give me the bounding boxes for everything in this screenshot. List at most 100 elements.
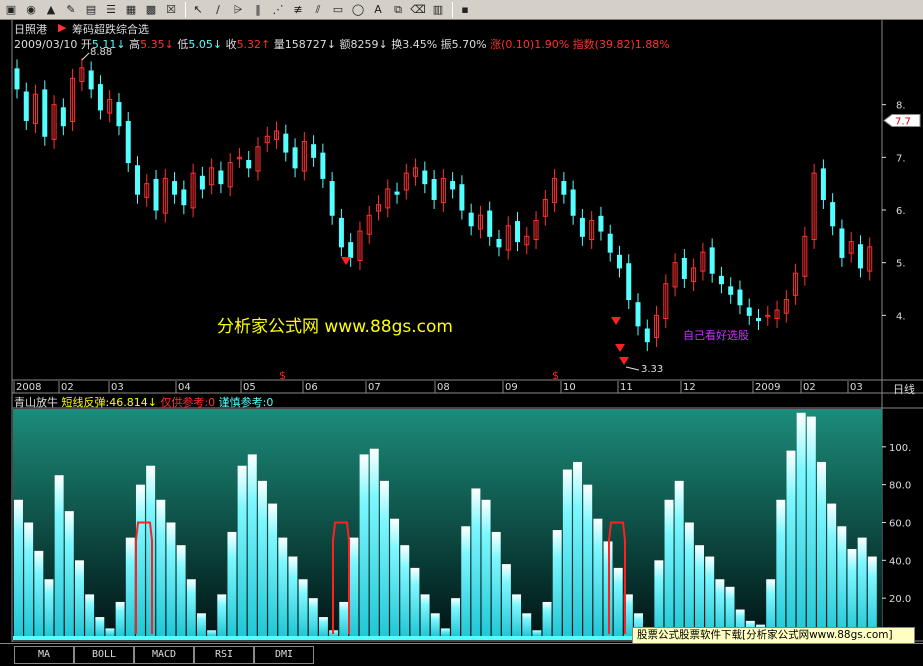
picture-icon[interactable]: ▦ [122,2,140,18]
turnover-value: 3.45% [402,38,438,51]
candle-body [348,242,354,258]
indicator-arrow-icon[interactable]: ▶ [58,21,66,34]
amplitude-label: 振 [440,38,452,51]
ellipse-icon[interactable]: ◯ [349,2,367,18]
low-label: 低 [177,38,189,51]
candle-body [153,178,159,211]
candle-body [338,217,344,248]
date-tick-label: 02 [803,382,816,393]
indicator-bar [227,531,237,636]
candle-body [394,191,400,195]
candle-body [292,147,298,169]
tab-dmi[interactable]: DMI [254,646,314,664]
high-mark-label: 8.88 [90,47,113,58]
candle-body [579,217,585,237]
candle-body [431,178,437,200]
current-price-label: 7.7 [895,116,911,127]
price-tick-label: 7. [896,153,906,164]
period-label[interactable]: 日线 [893,381,915,397]
promo-banner[interactable]: 股票公式股票软件下载[分析家公式网www.88gs.com] [632,627,915,644]
candle-body [635,302,641,327]
pointer-icon[interactable]: ↖ [189,2,207,18]
date-tick-label: 10 [563,382,576,393]
close-label: 收 [225,38,237,51]
line1-label: 短线反弹 [61,396,106,409]
indicator-bar [390,518,400,636]
candle-body [515,221,521,243]
tab-rsi[interactable]: RSI [194,646,254,664]
eraser-icon[interactable]: ⌫ [409,2,427,18]
line3-label: 谨慎参考 [218,396,263,409]
indicator-bar [156,499,166,636]
indicator-bar [705,556,715,636]
grid-icon[interactable]: ▩ [142,2,160,18]
indicator-bar [196,613,206,636]
candle-body [487,210,493,237]
indicator-bar [542,601,552,636]
layout-icon[interactable]: ▤ [82,2,100,18]
text-icon[interactable]: A [369,2,387,18]
tab-ma[interactable]: MA [14,646,74,664]
candle-body [709,247,715,274]
indicator-bar [552,530,562,636]
candle-body [728,286,734,295]
date-tick-label: 2008 [16,382,41,393]
indicator-tick-label: 80.0 [889,481,911,492]
indicator-bar [410,567,420,636]
price-tick-label: 4. [896,311,906,322]
vertical-lines-icon[interactable]: ‖ [249,2,267,18]
indicator-bar [532,630,542,636]
indicator-menu[interactable]: 筹码超跌综合选 [72,21,149,37]
down-arrow-icon: ↓ [212,38,223,51]
indicator-bar [573,461,583,636]
indicator-bar [54,475,64,636]
drawing-toolbar: ▣ ◉ ▲ ✎ ▤ ☰ ▦ ▩ ☒ ↖ ∕ ⩥ ‖ ⋰ ≢ ⫽ ▭ ◯ A ⧉ ⌫ ▥ ▪ [0,0,923,20]
pen-icon[interactable]: ✎ [62,2,80,18]
tab-macd[interactable]: MACD [134,646,194,664]
indicator-bar [593,518,603,636]
volume-label: 量 [273,38,285,51]
index-label: 指数 [572,38,595,51]
date-tick-label: 2009 [755,382,780,393]
fan-icon[interactable]: ⋰ [269,2,287,18]
candle-body [329,181,335,216]
ball-icon[interactable]: ◉ [22,2,40,18]
price-chart[interactable]: 8. 7. 6. 5. 4. 7.7 2008 02 03 04 05 06 07 08 09 10 11 12 2… [0,20,923,643]
indicator-tick-label: 100. [889,443,911,454]
indicator-bar [461,526,471,636]
close-window-icon[interactable]: ☒ [162,2,180,18]
candle-body [116,102,122,127]
channel-icon[interactable]: ⫽ [309,2,327,18]
copy-icon[interactable]: ⧉ [389,2,407,18]
tab-boll[interactable]: BOLL [74,646,134,664]
amplitude-value: 5.70% [451,38,487,51]
rectangle-icon[interactable]: ▭ [329,2,347,18]
amount-value: 8259 [350,38,379,51]
parallel-icon[interactable]: ≢ [289,2,307,18]
indicator-bar [349,537,359,636]
indicator-bar [806,416,816,636]
pivot-icon[interactable]: ⩥ [229,2,247,18]
candle-body [450,181,456,190]
save-icon[interactable]: ▪ [456,2,474,18]
candle-body [468,212,474,227]
indicator-bar [105,628,115,636]
layout-icon[interactable]: ☰ [102,2,120,18]
indicator-bar [827,503,837,636]
indicator-bar [481,499,491,636]
indicator-bar [237,465,247,636]
candle-body [97,84,103,111]
line-icon[interactable]: ∕ [209,2,227,18]
palette-icon[interactable]: ▥ [429,2,447,18]
candle-body [607,233,613,253]
candle-body [88,70,94,90]
indicator-bar [257,480,267,636]
chart-area: 8. 7. 6. 5. 4. 7.7 2008 02 03 04 05 06 07 08 09 10 11 12 2… [0,20,923,643]
indicator-bar [298,579,308,636]
low-value: 5.05 [188,38,213,51]
bell-icon[interactable]: ▲ [42,2,60,18]
chip-icon[interactable]: ▣ [2,2,20,18]
date-tick-label: 06 [305,382,318,393]
candle-body [746,307,752,316]
date-tick-label: 03 [111,382,124,393]
